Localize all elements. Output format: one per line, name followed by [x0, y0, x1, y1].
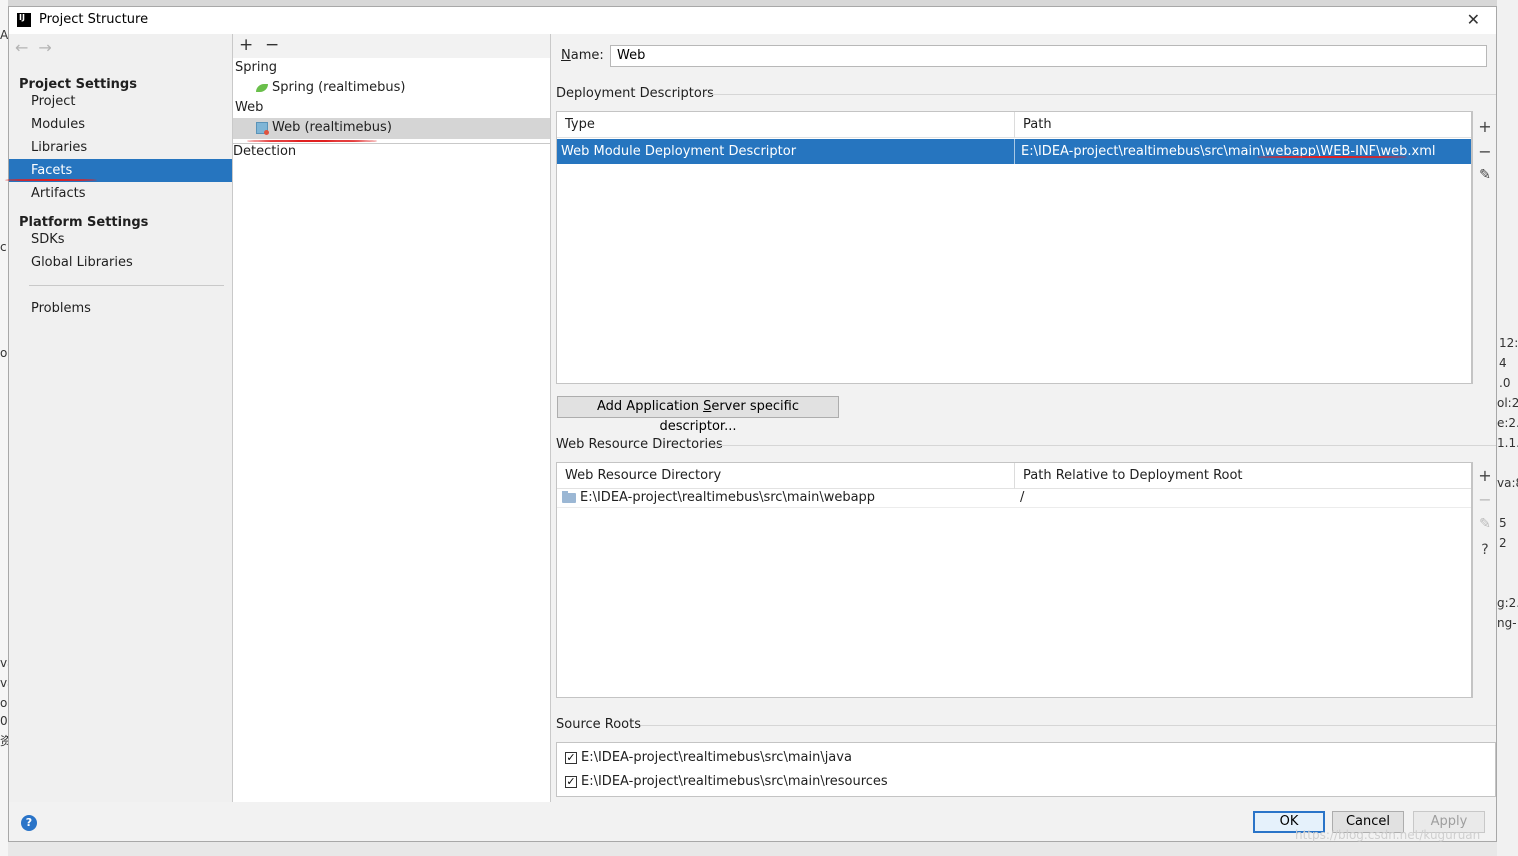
column-header-path[interactable]: Path — [1015, 112, 1471, 138]
background-text: .0 — [1499, 376, 1511, 390]
nav-item-global-libraries[interactable]: Global Libraries — [9, 251, 232, 274]
watermark-text: https://blog.csdn.net/kuguruan — [1295, 828, 1481, 842]
background-text: va — [0, 676, 8, 690]
red-annotation-mark — [1257, 156, 1407, 158]
nav-item-libraries[interactable]: Libraries — [9, 136, 232, 159]
background-text: ol — [0, 346, 8, 360]
settings-nav: ←→ Project Settings Project Modules Libr… — [5, 34, 233, 802]
help-question-icon[interactable]: ? — [1473, 542, 1497, 558]
tree-item-spring-realtimebus[interactable]: Spring (realtimebus) — [256, 80, 406, 95]
descriptor-path-cell: E:\IDEA-project\realtimebus\src\main\web… — [1021, 144, 1436, 159]
group-divider — [713, 445, 1496, 446]
nav-item-artifacts[interactable]: Artifacts — [9, 182, 232, 205]
red-annotation-mark — [247, 140, 377, 142]
detection-item[interactable]: Detection — [233, 144, 296, 159]
folder-icon — [562, 490, 576, 503]
background-text: 5 — [1499, 516, 1507, 530]
source-root-checkbox[interactable]: ✓ — [565, 776, 577, 788]
descriptor-type-cell: Web Module Deployment Descriptor — [561, 144, 797, 159]
edit-pencil-icon[interactable]: ✎ — [1473, 516, 1497, 532]
intellij-icon: IJ — [17, 13, 31, 27]
background-text: 12:0 — [1499, 336, 1518, 350]
red-annotation-mark — [5, 179, 97, 181]
facet-tree-panel: + − Spring Spring (realtimebus) Web Web … — [233, 34, 551, 802]
source-root-checkbox[interactable]: ✓ — [565, 752, 577, 764]
tree-item-web-realtimebus[interactable]: Web (realtimebus) — [256, 120, 392, 135]
table-row[interactable]: E:\IDEA-project\realtimebus\src\main\web… — [557, 490, 1471, 508]
remove-descriptor-icon[interactable]: − — [1473, 142, 1497, 161]
forward-arrow-icon[interactable]: → — [38, 38, 61, 57]
tree-item-label: Web (realtimebus) — [272, 120, 392, 135]
source-roots-list: ✓ E:\IDEA-project\realtimebus\src\main\j… — [556, 742, 1496, 797]
add-resource-icon[interactable]: + — [1473, 466, 1497, 485]
column-header-relative-path[interactable]: Path Relative to Deployment Root — [1015, 463, 1471, 489]
background-text: ol:2. — [1497, 396, 1518, 410]
group-divider — [705, 94, 1496, 95]
deployment-side-toolbar: + − ✎ — [1472, 111, 1496, 384]
background-text: 资 — [0, 734, 8, 748]
nav-arrows: ←→ — [15, 38, 62, 57]
nav-item-problems[interactable]: Problems — [9, 297, 232, 320]
spring-leaf-icon — [256, 83, 268, 92]
background-text: ng- — [1497, 616, 1517, 630]
background-text: 2 — [1499, 536, 1507, 550]
background-text: 02 — [0, 714, 8, 728]
background-text: 1.1.1 — [1497, 436, 1518, 450]
background-text: g:2. — [1497, 596, 1518, 610]
add-facet-button[interactable]: + — [239, 35, 253, 55]
background-text: e:2. — [1497, 416, 1518, 430]
table-row[interactable]: Web Module Deployment Descriptor E:\IDEA… — [557, 139, 1471, 164]
source-root-java: E:\IDEA-project\realtimebus\src\main\jav… — [581, 750, 852, 765]
background-text: va:8 — [1497, 476, 1518, 490]
nav-item-sdks[interactable]: SDKs — [9, 228, 232, 251]
resource-side-toolbar: + − ✎ ? — [1472, 462, 1496, 698]
deployment-descriptors-heading: Deployment Descriptors — [556, 86, 714, 101]
resource-directory-cell: E:\IDEA-project\realtimebus\src\main\web… — [562, 490, 875, 505]
add-descriptor-icon[interactable]: + — [1473, 117, 1497, 136]
background-text: 4 — [1499, 356, 1507, 370]
edit-pencil-icon[interactable]: ✎ — [1473, 167, 1497, 183]
back-arrow-icon[interactable]: ← — [15, 38, 38, 57]
web-resource-table: Web Resource Directory Path Relative to … — [556, 462, 1472, 698]
close-icon[interactable]: ✕ — [1467, 10, 1480, 29]
relative-path-cell: / — [1020, 490, 1025, 505]
project-structure-dialog: IJ Project Structure ✕ ←→ Project Settin… — [5, 6, 1497, 842]
deployment-descriptors-table: Type Path Web Module Deployment Descript… — [556, 111, 1472, 384]
web-facet-icon — [256, 121, 269, 135]
tree-group-web[interactable]: Web — [235, 100, 263, 115]
source-roots-heading: Source Roots — [556, 717, 642, 732]
background-text: A — [0, 28, 8, 42]
remove-facet-button[interactable]: − — [265, 35, 279, 55]
group-divider — [641, 725, 1496, 726]
nav-item-project[interactable]: Project — [9, 90, 232, 113]
background-text: va — [0, 656, 8, 670]
web-resource-directories-heading: Web Resource Directories — [556, 437, 723, 452]
resource-directory-text: E:\IDEA-project\realtimebus\src\main\web… — [580, 490, 876, 505]
facet-toolbar: + − — [233, 34, 550, 58]
add-server-descriptor-button[interactable]: Add Application Server specific descript… — [557, 396, 839, 434]
help-icon[interactable]: ? — [21, 815, 37, 831]
facet-editor: Name: Web Deployment Descriptors Type Pa… — [551, 34, 1496, 802]
column-header-type[interactable]: Type — [557, 112, 1015, 138]
name-label: Name: — [561, 48, 604, 63]
nav-divider — [29, 285, 224, 286]
remove-resource-icon[interactable]: − — [1473, 490, 1497, 509]
cell-divider — [1014, 139, 1015, 164]
source-root-resources: E:\IDEA-project\realtimebus\src\main\res… — [581, 774, 888, 789]
nav-item-modules[interactable]: Modules — [9, 113, 232, 136]
tree-group-spring[interactable]: Spring — [235, 60, 277, 75]
tree-item-label: Spring (realtimebus) — [272, 80, 406, 95]
column-header-web-resource-directory[interactable]: Web Resource Directory — [557, 463, 1015, 489]
name-input[interactable]: Web — [610, 45, 1487, 67]
title-bar[interactable]: IJ Project Structure ✕ — [9, 7, 1496, 34]
background-window-left: A c ol va va o 02 资 — [0, 0, 8, 856]
background-text: c — [0, 240, 7, 254]
background-text: o — [0, 696, 8, 710]
window-title: Project Structure — [39, 12, 149, 27]
background-window-right: 12:0 4 .0 ol:2. e:2. 1.1.1 va:8 5 2 g:2.… — [1497, 0, 1518, 856]
